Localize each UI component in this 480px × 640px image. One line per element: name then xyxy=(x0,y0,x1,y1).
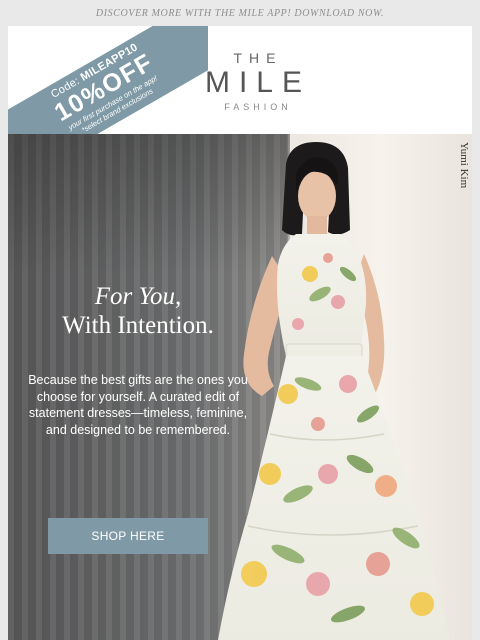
app-download-banner-text[interactable]: DISCOVER MORE WITH THE MILE APP! DOWNLOA… xyxy=(96,8,384,19)
email-card: THE MILE FASHION Code: MILEAPP10 10%OFF … xyxy=(8,26,472,640)
headline-line-2: With Intention. xyxy=(62,312,214,339)
hero-banner[interactable]: Yumi Kim For You, With Intention. Becaus… xyxy=(8,134,472,640)
photographer-credit: Yumi Kim xyxy=(458,142,470,189)
promo-ribbon-container: Code: MILEAPP10 10%OFF your first purcha… xyxy=(8,26,208,134)
email-header: THE MILE FASHION Code: MILEAPP10 10%OFF … xyxy=(8,26,472,134)
hero-headline: For You, With Intention. xyxy=(18,282,258,340)
app-download-banner[interactable]: DISCOVER MORE WITH THE MILE APP! DOWNLOA… xyxy=(0,0,480,26)
hero-body-copy: Because the best gifts are the ones you … xyxy=(28,373,248,437)
shop-here-button[interactable]: SHOP HERE xyxy=(48,518,208,554)
promo-ribbon[interactable]: Code: MILEAPP10 10%OFF your first purcha… xyxy=(8,26,208,134)
headline-line-1: For You, xyxy=(94,283,182,310)
